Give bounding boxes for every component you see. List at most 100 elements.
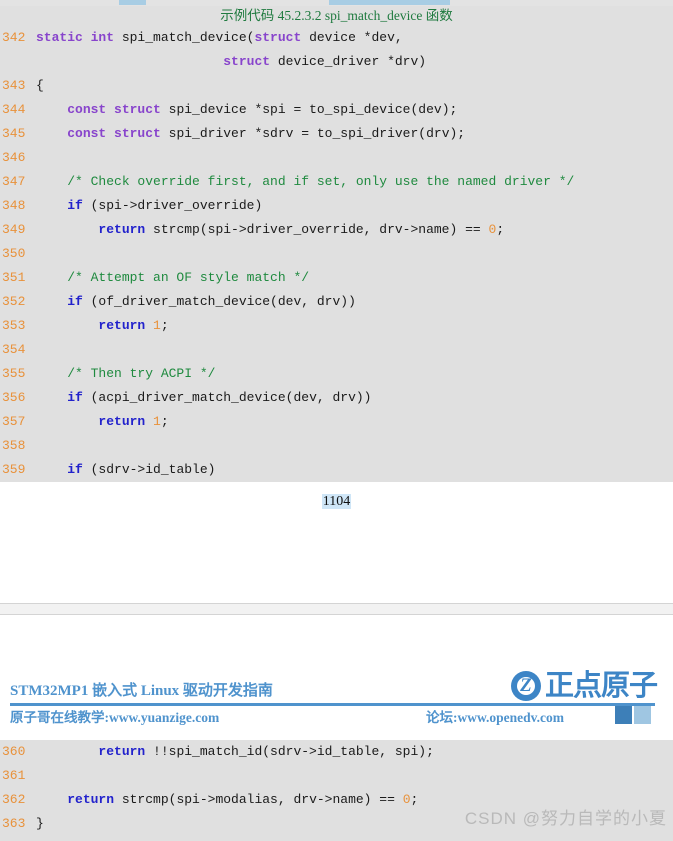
code-token-pl: spi_match_device( xyxy=(121,30,255,45)
header-subtitle-left: 原子哥在线教学:www.yuanzige.com xyxy=(10,710,220,725)
code-line-number: 361 xyxy=(2,768,26,783)
brand-logo: 正点原子 xyxy=(510,669,658,703)
code-line-number: 359 xyxy=(2,462,26,477)
code-line-number: 350 xyxy=(2,246,26,261)
code-token-ty: struct xyxy=(254,30,302,45)
code-token-num: 1 xyxy=(153,318,161,333)
code-line: 358 xyxy=(0,434,673,458)
code-line-number: 356 xyxy=(2,390,26,405)
code-token-kw: if xyxy=(67,198,83,213)
code-token-pl: (acpi_driver_match_device(dev, drv)) xyxy=(82,390,372,405)
code-token-cmt: /* Check override first, and if set, onl… xyxy=(67,174,575,189)
code-line-number: 353 xyxy=(2,318,26,333)
code-token-num: 1 xyxy=(153,414,161,429)
code-token-pl: strcmp(spi->driver_override, drv->name) … xyxy=(145,222,489,237)
code-line-number: 345 xyxy=(2,126,26,141)
code-line-number: 344 xyxy=(2,102,26,117)
header-square-light-icon xyxy=(634,706,651,724)
code-token-pl: } xyxy=(36,816,44,831)
code-token-pl: spi_device *spi = to_spi_device(dev); xyxy=(160,102,458,117)
code-token-cmt: /* Attempt an OF style match */ xyxy=(67,270,310,285)
code-line-number: 347 xyxy=(2,174,26,189)
code-token-ty: static int xyxy=(36,30,122,45)
page-break-separator xyxy=(0,603,673,615)
brand-logo-text: 正点原子 xyxy=(544,670,658,702)
page-number: 1104 xyxy=(0,494,673,510)
header-subtitle-right: 论坛:www.openedv.com xyxy=(426,710,564,725)
code-line-number: 355 xyxy=(2,366,26,381)
code-token-pl: ; xyxy=(410,792,419,807)
code-line-number: 357 xyxy=(2,414,26,429)
code-token-pl: strcmp(spi->modalias, drv->name) == xyxy=(114,792,403,807)
code-token-cmt: /* Then try ACPI */ xyxy=(67,366,216,381)
code-token-pl: device *dev, xyxy=(301,30,403,45)
code-line: 361 xyxy=(0,764,673,788)
document-header: STM32MP1 嵌入式 Linux 驱动开发指南 原子哥在线教学:www.yu… xyxy=(10,671,665,739)
code-line: 350 xyxy=(0,242,673,266)
code-token-kw: return xyxy=(98,744,146,759)
code-line: 360 return !!spi_match_id(sdrv->id_table… xyxy=(0,740,673,764)
code-line: 353 return 1; xyxy=(0,314,673,338)
document-page-1104: 示例代码 45.2.3.2 spi_match_device 函数 342 sta… xyxy=(0,6,673,602)
code-token-kw: return xyxy=(67,792,115,807)
code-token-pl: device_driver *drv) xyxy=(270,54,427,69)
code-line: 343 { xyxy=(0,74,673,98)
code-line-number: 358 xyxy=(2,438,26,453)
code-line: 344 const struct spi_device *spi = to_sp… xyxy=(0,98,673,122)
code-line: 346 xyxy=(0,146,673,170)
code-line-number: 348 xyxy=(2,198,26,213)
csdn-watermark: CSDN @努力自学的小夏 xyxy=(464,809,667,828)
code-listing-page1[interactable]: 342 static int spi_match_device(struct de… xyxy=(0,26,673,482)
code-line-number: 342 xyxy=(2,30,26,45)
code-line: 349 return strcmp(spi->driver_override, … xyxy=(0,218,673,242)
code-line: 359 if (sdrv->id_table) xyxy=(0,458,673,482)
code-line: 352 if (of_driver_match_device(dev, drv)… xyxy=(0,290,673,314)
code-token-pl: (sdrv->id_table) xyxy=(82,462,216,477)
code-token-pl: (spi->driver_override) xyxy=(82,198,263,213)
code-line: 351 /* Attempt an OF style match */ xyxy=(0,266,673,290)
code-line-number: 343 xyxy=(2,78,26,93)
code-token-pl: !!spi_match_id(sdrv->id_table, spi); xyxy=(145,744,434,759)
code-line: 355 /* Then try ACPI */ xyxy=(0,362,673,386)
document-page-1105: STM32MP1 嵌入式 Linux 驱动开发指南 原子哥在线教学:www.yu… xyxy=(0,615,673,841)
code-line: 354 xyxy=(0,338,673,362)
code-token-pl: ; xyxy=(160,414,169,429)
code-line: 348 if (spi->driver_override) xyxy=(0,194,673,218)
code-line-number: 351 xyxy=(2,270,26,285)
code-token-ty: struct xyxy=(223,54,271,69)
atom-z-logo-icon xyxy=(510,671,541,701)
code-line-number: 346 xyxy=(2,150,26,165)
code-token-pl: ; xyxy=(496,222,505,237)
code-line-number: 352 xyxy=(2,294,26,309)
code-token-kw: if xyxy=(67,462,83,477)
text-selection-highlight-fragment xyxy=(329,0,450,5)
code-token-kw: return xyxy=(98,318,146,333)
code-token-kw: if xyxy=(67,390,83,405)
code-token-ty: const struct xyxy=(67,102,161,117)
code-token-pl: (of_driver_match_device(dev, drv)) xyxy=(82,294,356,309)
code-line-number: 354 xyxy=(2,342,26,357)
code-line: 342 static int spi_match_device(struct de… xyxy=(0,26,673,50)
code-line: 347 /* Check override first, and if set,… xyxy=(0,170,673,194)
code-line: 345 const struct spi_driver *sdrv = to_s… xyxy=(0,122,673,146)
document-title: STM32MP1 嵌入式 Linux 驱动开发指南 xyxy=(10,683,273,699)
code-line-number: 349 xyxy=(2,222,26,237)
code-token-kw: if xyxy=(67,294,83,309)
code-token-pl: ; xyxy=(160,318,169,333)
